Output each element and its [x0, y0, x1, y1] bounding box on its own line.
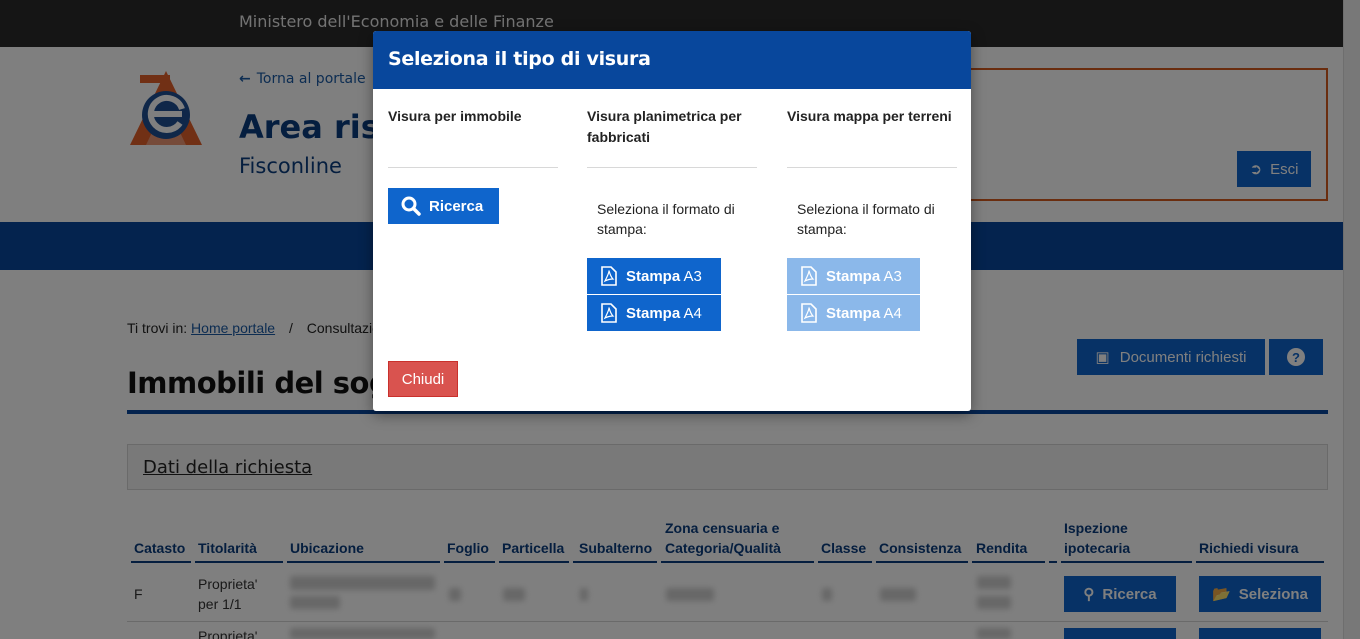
- planimetrica-stampa-a3-button[interactable]: Stampa A3: [587, 258, 721, 294]
- close-dialog-button[interactable]: Chiudi: [388, 361, 458, 397]
- pdf-file-icon: [601, 266, 617, 286]
- column-divider: [587, 167, 757, 168]
- column-divider: [388, 167, 558, 168]
- pdf-file-icon: [601, 303, 617, 323]
- column-divider: [787, 167, 957, 168]
- mappa-format-text: Seleziona il formato di stampa:: [797, 201, 935, 237]
- mappa-stampa-a4-button[interactable]: Stampa A4: [787, 295, 920, 331]
- dialog-header: Seleziona il tipo di visura: [373, 31, 971, 89]
- mappa-stampa-a3-button[interactable]: Stampa A3: [787, 258, 920, 294]
- planimetrica-stampa-a4-button[interactable]: Stampa A4: [587, 295, 721, 331]
- visura-planimetrica-heading: Visura planimetrica per fabbricati: [587, 108, 742, 145]
- visura-type-dialog: Seleziona il tipo di visura Visura per i…: [373, 31, 971, 411]
- planimetrica-format-text: Seleziona il formato di stampa:: [597, 201, 735, 237]
- pdf-file-icon: [801, 266, 817, 286]
- visura-immobile-heading: Visura per immobile: [388, 108, 522, 124]
- visura-mappa-heading: Visura mappa per terreni: [787, 108, 952, 124]
- pdf-file-icon: [801, 303, 817, 323]
- search-icon: [401, 196, 421, 216]
- visura-immobile-ricerca-button[interactable]: Ricerca: [388, 188, 499, 224]
- dialog-title: Seleziona il tipo di visura: [388, 48, 651, 70]
